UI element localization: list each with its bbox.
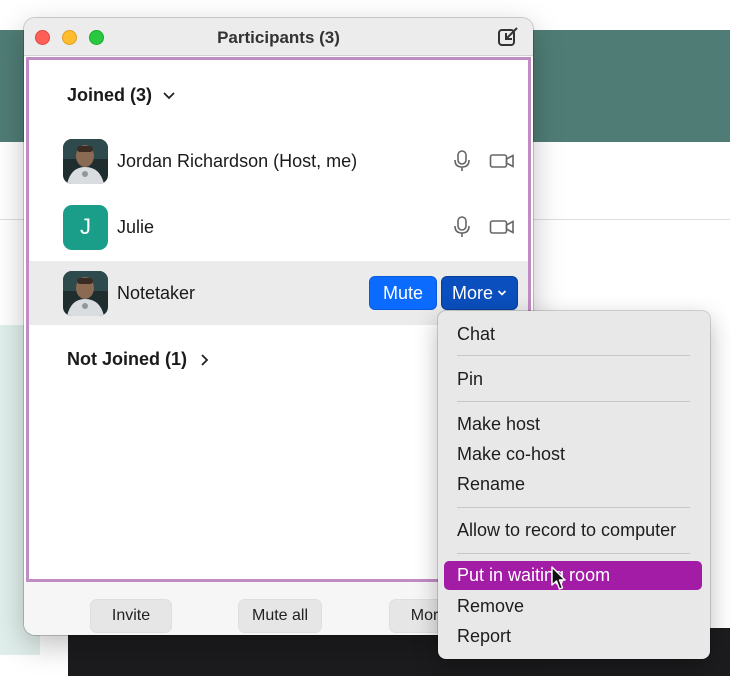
not-joined-section-label: Not Joined (1) (67, 349, 187, 369)
joined-section-label: Joined (3) (67, 85, 153, 105)
participant-name: Julie (117, 216, 155, 237)
chevron-down-icon (163, 91, 175, 99)
menu-item-make-co-host[interactable]: Make co-host (444, 440, 702, 469)
menu-item-remove[interactable]: Remove (444, 592, 702, 621)
menu-separator (457, 355, 690, 356)
pop-out-icon[interactable] (497, 26, 519, 48)
menu-separator (457, 553, 690, 554)
participant-name: Jordan Richardson (Host, me) (117, 150, 358, 171)
menu-item-report[interactable]: Report (444, 622, 702, 651)
microphone-icon[interactable] (453, 149, 471, 173)
menu-item-allow-record[interactable]: Allow to record to computer (444, 516, 702, 545)
participant-row[interactable]: J Julie (29, 195, 528, 259)
menu-separator (457, 507, 690, 508)
mute-all-button[interactable]: Mute all (238, 599, 322, 633)
avatar (63, 138, 108, 184)
more-options-button[interactable]: More (441, 276, 518, 310)
participant-context-menu: Chat Pin Make host Make co-host Rename A… (438, 311, 710, 659)
mouse-pointer-icon (551, 566, 566, 590)
video-camera-icon[interactable] (489, 151, 515, 171)
microphone-icon[interactable] (453, 215, 471, 239)
participant-name: Notetaker (117, 282, 196, 303)
mute-participant-button[interactable]: Mute (369, 276, 437, 310)
avatar: J (63, 204, 108, 250)
not-joined-section-toggle[interactable]: Not Joined (1) (67, 349, 211, 370)
more-options-label: More (451, 282, 493, 303)
avatar (63, 270, 108, 316)
chevron-right-icon (201, 353, 209, 366)
menu-item-pin[interactable]: Pin (444, 365, 702, 394)
participant-row[interactable]: Jordan Richardson (Host, me) (29, 129, 528, 193)
title-bar: Participants (3) (24, 18, 533, 56)
window-title: Participants (3) (217, 28, 340, 47)
video-camera-icon[interactable] (489, 217, 515, 237)
invite-button[interactable]: Invite (90, 599, 172, 633)
menu-item-put-in-waiting-room[interactable]: Put in waiting room (444, 561, 702, 590)
menu-item-rename[interactable]: Rename (444, 470, 702, 499)
joined-section-toggle[interactable]: Joined (3) (67, 85, 176, 106)
menu-item-chat[interactable]: Chat (444, 320, 702, 349)
menu-separator (457, 401, 690, 402)
menu-item-make-host[interactable]: Make host (444, 410, 702, 439)
chevron-down-icon (497, 290, 507, 296)
